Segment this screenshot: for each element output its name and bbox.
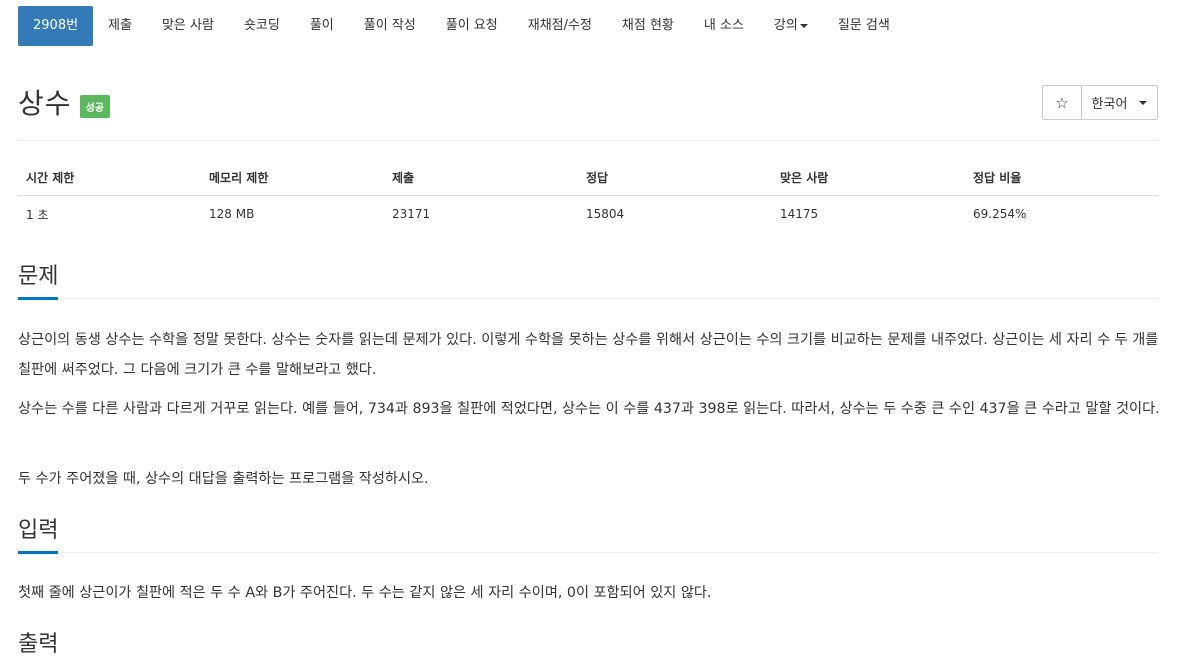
language-dropdown[interactable]: 한국어 [1082, 85, 1158, 120]
output-section-heading: 출력 [18, 632, 59, 657]
accept-ratio-value: 69.254% [973, 207, 1027, 221]
tab-my-source[interactable]: 내 소스 [689, 6, 759, 46]
accepted-value: 15804 [586, 207, 625, 221]
table-row: 1 초 128 MB 23171 15804 14175 69.254% [18, 196, 1158, 232]
tab-rejudge[interactable]: 재채점/수정 [513, 6, 607, 46]
header-accepted: 정답 [586, 171, 609, 185]
title-row: 상수 성공 [18, 82, 110, 122]
tab-short-coding[interactable]: 숏코딩 [229, 6, 295, 46]
time-limit-value: 1 초 [26, 207, 49, 222]
tab-submit[interactable]: 제출 [93, 6, 147, 46]
favorite-button[interactable]: ☆ [1042, 85, 1082, 120]
submissions-value: 23171 [392, 207, 431, 221]
problem-description-paragraph: 상근이의 동생 상수는 수학을 정말 못한다. 상수는 숫자를 읽는데 문제가 … [18, 332, 1159, 378]
caret-down-icon [1139, 100, 1148, 105]
header-submissions: 제출 [392, 171, 415, 185]
problem-description-paragraph: 두 수가 주어졌을 때, 상수의 대답을 출력하는 프로그램을 작성하시오. [18, 471, 429, 487]
problem-section-heading: 문제 [18, 262, 59, 300]
problem-section-header: 문제 [18, 262, 1158, 300]
status-badge: 성공 [79, 94, 110, 118]
tab-request-solution[interactable]: 풀이 요청 [431, 6, 513, 46]
header-time-limit: 시간 제한 [26, 171, 75, 185]
input-section-heading: 입력 [18, 516, 59, 554]
header-solved-users: 맞은 사람 [780, 171, 829, 185]
problem-info-table: 시간 제한 메모리 제한 제출 정답 맞은 사람 정답 비율 1 초 128 M… [18, 160, 1158, 232]
title-actions: ☆ 한국어 [1042, 85, 1158, 120]
memory-limit-value: 128 MB [209, 207, 255, 221]
problem-tabs: 2908번 제출 맞은 사람 숏코딩 풀이 풀이 작성 풀이 요청 재채점/수정… [18, 6, 905, 46]
solved-users-value: 14175 [780, 207, 819, 221]
tab-question-search[interactable]: 질문 검색 [823, 6, 905, 46]
output-section-header: 출력 [18, 630, 1158, 666]
input-description-paragraph: 첫째 줄에 상근이가 칠판에 적은 두 수 A와 B가 주어진다. 두 수는 같… [18, 585, 712, 601]
tab-lectures-label: 강의 [773, 18, 798, 33]
tab-accepted-users[interactable]: 맞은 사람 [147, 6, 229, 46]
table-header-row: 시간 제한 메모리 제한 제출 정답 맞은 사람 정답 비율 [18, 160, 1158, 196]
tab-lectures[interactable]: 강의 [759, 6, 823, 46]
input-section-header: 입력 [18, 516, 1158, 554]
problem-description-paragraph: 상수는 수를 다른 사람과 다르게 거꾸로 읽는다. 예를 들어, 734과 8… [18, 401, 1160, 417]
caret-down-icon [799, 23, 808, 28]
tab-solutions[interactable]: 풀이 [295, 6, 349, 46]
header-memory-limit: 메모리 제한 [209, 171, 269, 185]
language-label: 한국어 [1091, 97, 1128, 112]
tab-problem-number[interactable]: 2908번 [18, 6, 94, 46]
problem-page: 2908번 제출 맞은 사람 숏코딩 풀이 풀이 작성 풀이 요청 재채점/수정… [0, 0, 1190, 657]
tab-write-solution[interactable]: 풀이 작성 [349, 6, 431, 46]
header-accept-ratio: 정답 비율 [973, 171, 1022, 185]
tab-status[interactable]: 채점 현황 [607, 6, 689, 46]
title-divider [18, 140, 1158, 141]
page-title: 상수 [18, 87, 72, 120]
star-icon: ☆ [1055, 93, 1069, 112]
